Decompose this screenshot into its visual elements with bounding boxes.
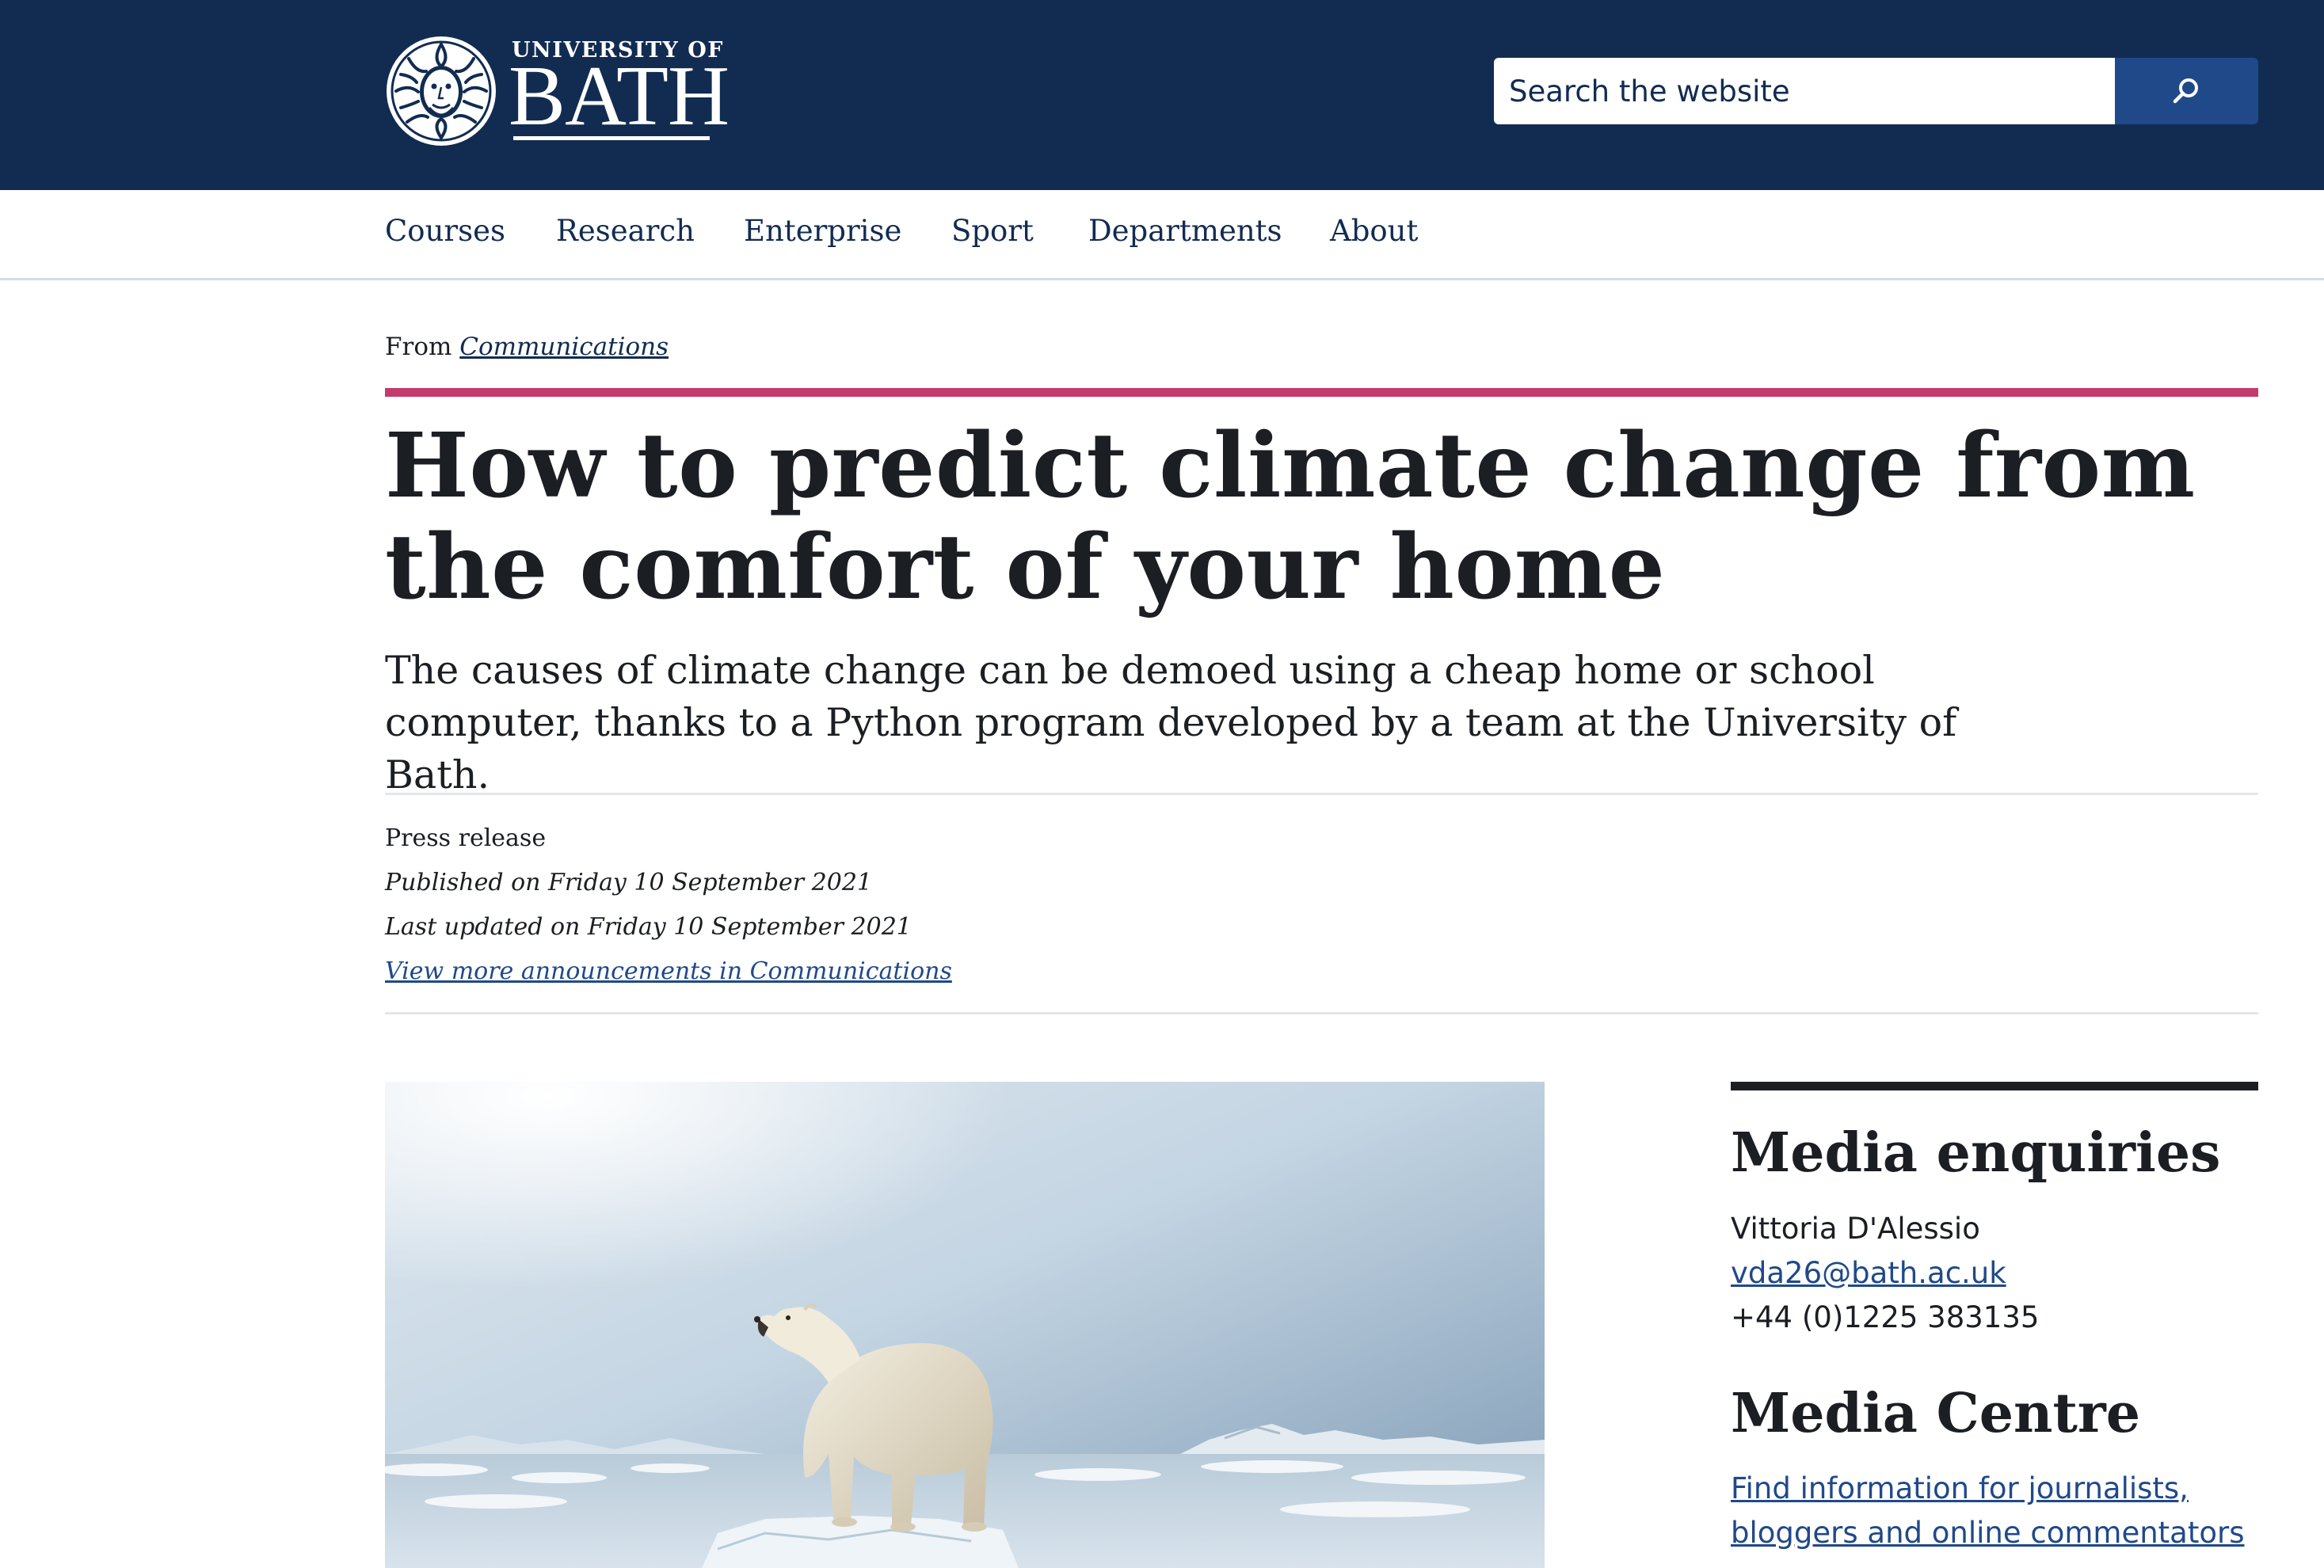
media-enquiries-heading: Media enquiries [1731, 1121, 2221, 1185]
nav-departments[interactable]: Departments [1088, 214, 1282, 248]
media-centre-heading: Media Centre [1731, 1382, 2140, 1445]
meta-bottom-divider [385, 1012, 2258, 1014]
page-title: How to predict climate change from the c… [385, 414, 2196, 619]
article-standfirst: The causes of climate change can be demo… [385, 648, 1957, 797]
contact-phone: +44 (0)1225 383135 [1731, 1300, 2040, 1334]
content-type-label: Press release [385, 824, 547, 852]
contact-email-link[interactable]: vda26@bath.ac.uk [1731, 1256, 2006, 1290]
site-search [1494, 58, 2258, 124]
hero-image-polar-bear [385, 1082, 1545, 1568]
breadcrumb-prefix: From [385, 333, 452, 361]
media-centre-link-line1[interactable]: Find information for journalists, [1731, 1471, 2189, 1505]
nav-courses[interactable]: Courses [385, 214, 505, 248]
nav-about[interactable]: About [1330, 214, 1418, 248]
logo-underline [513, 136, 710, 140]
nav-sport[interactable]: Sport [951, 214, 1034, 248]
updated-date: Last updated on Friday 10 September 2021 [385, 913, 912, 941]
published-date: Published on Friday 10 September 2021 [385, 869, 873, 896]
search-icon [2173, 78, 2198, 104]
bath-seal-icon [387, 36, 496, 146]
more-announcements: View more announcements in Communication… [385, 957, 952, 985]
meta-top-divider [385, 793, 2258, 795]
nav-enterprise[interactable]: Enterprise [744, 214, 901, 248]
main-navigation: Courses Research Enterprise Sport Depart… [0, 190, 2324, 280]
breadcrumb-communications-link[interactable]: Communications [459, 333, 669, 361]
site-header: UNIVERSITY OF BATH [0, 0, 2324, 190]
nav-research[interactable]: Research [556, 214, 695, 248]
contact-name: Vittoria D'Alessio [1731, 1212, 1980, 1246]
breadcrumb: From Communications [385, 333, 669, 361]
sidebar-top-rule [1731, 1082, 2258, 1090]
more-announcements-link[interactable]: View more announcements in Communication… [385, 957, 952, 985]
search-button[interactable] [2115, 58, 2258, 124]
search-input[interactable] [1494, 58, 2115, 124]
university-logo[interactable]: UNIVERSITY OF BATH [385, 35, 730, 149]
title-accent-rule [385, 388, 2258, 397]
polar-bear-illustration [385, 1082, 1545, 1568]
media-centre-link-line2[interactable]: bloggers and online commentators [1731, 1516, 2244, 1550]
logo-bath: BATH [509, 49, 730, 143]
